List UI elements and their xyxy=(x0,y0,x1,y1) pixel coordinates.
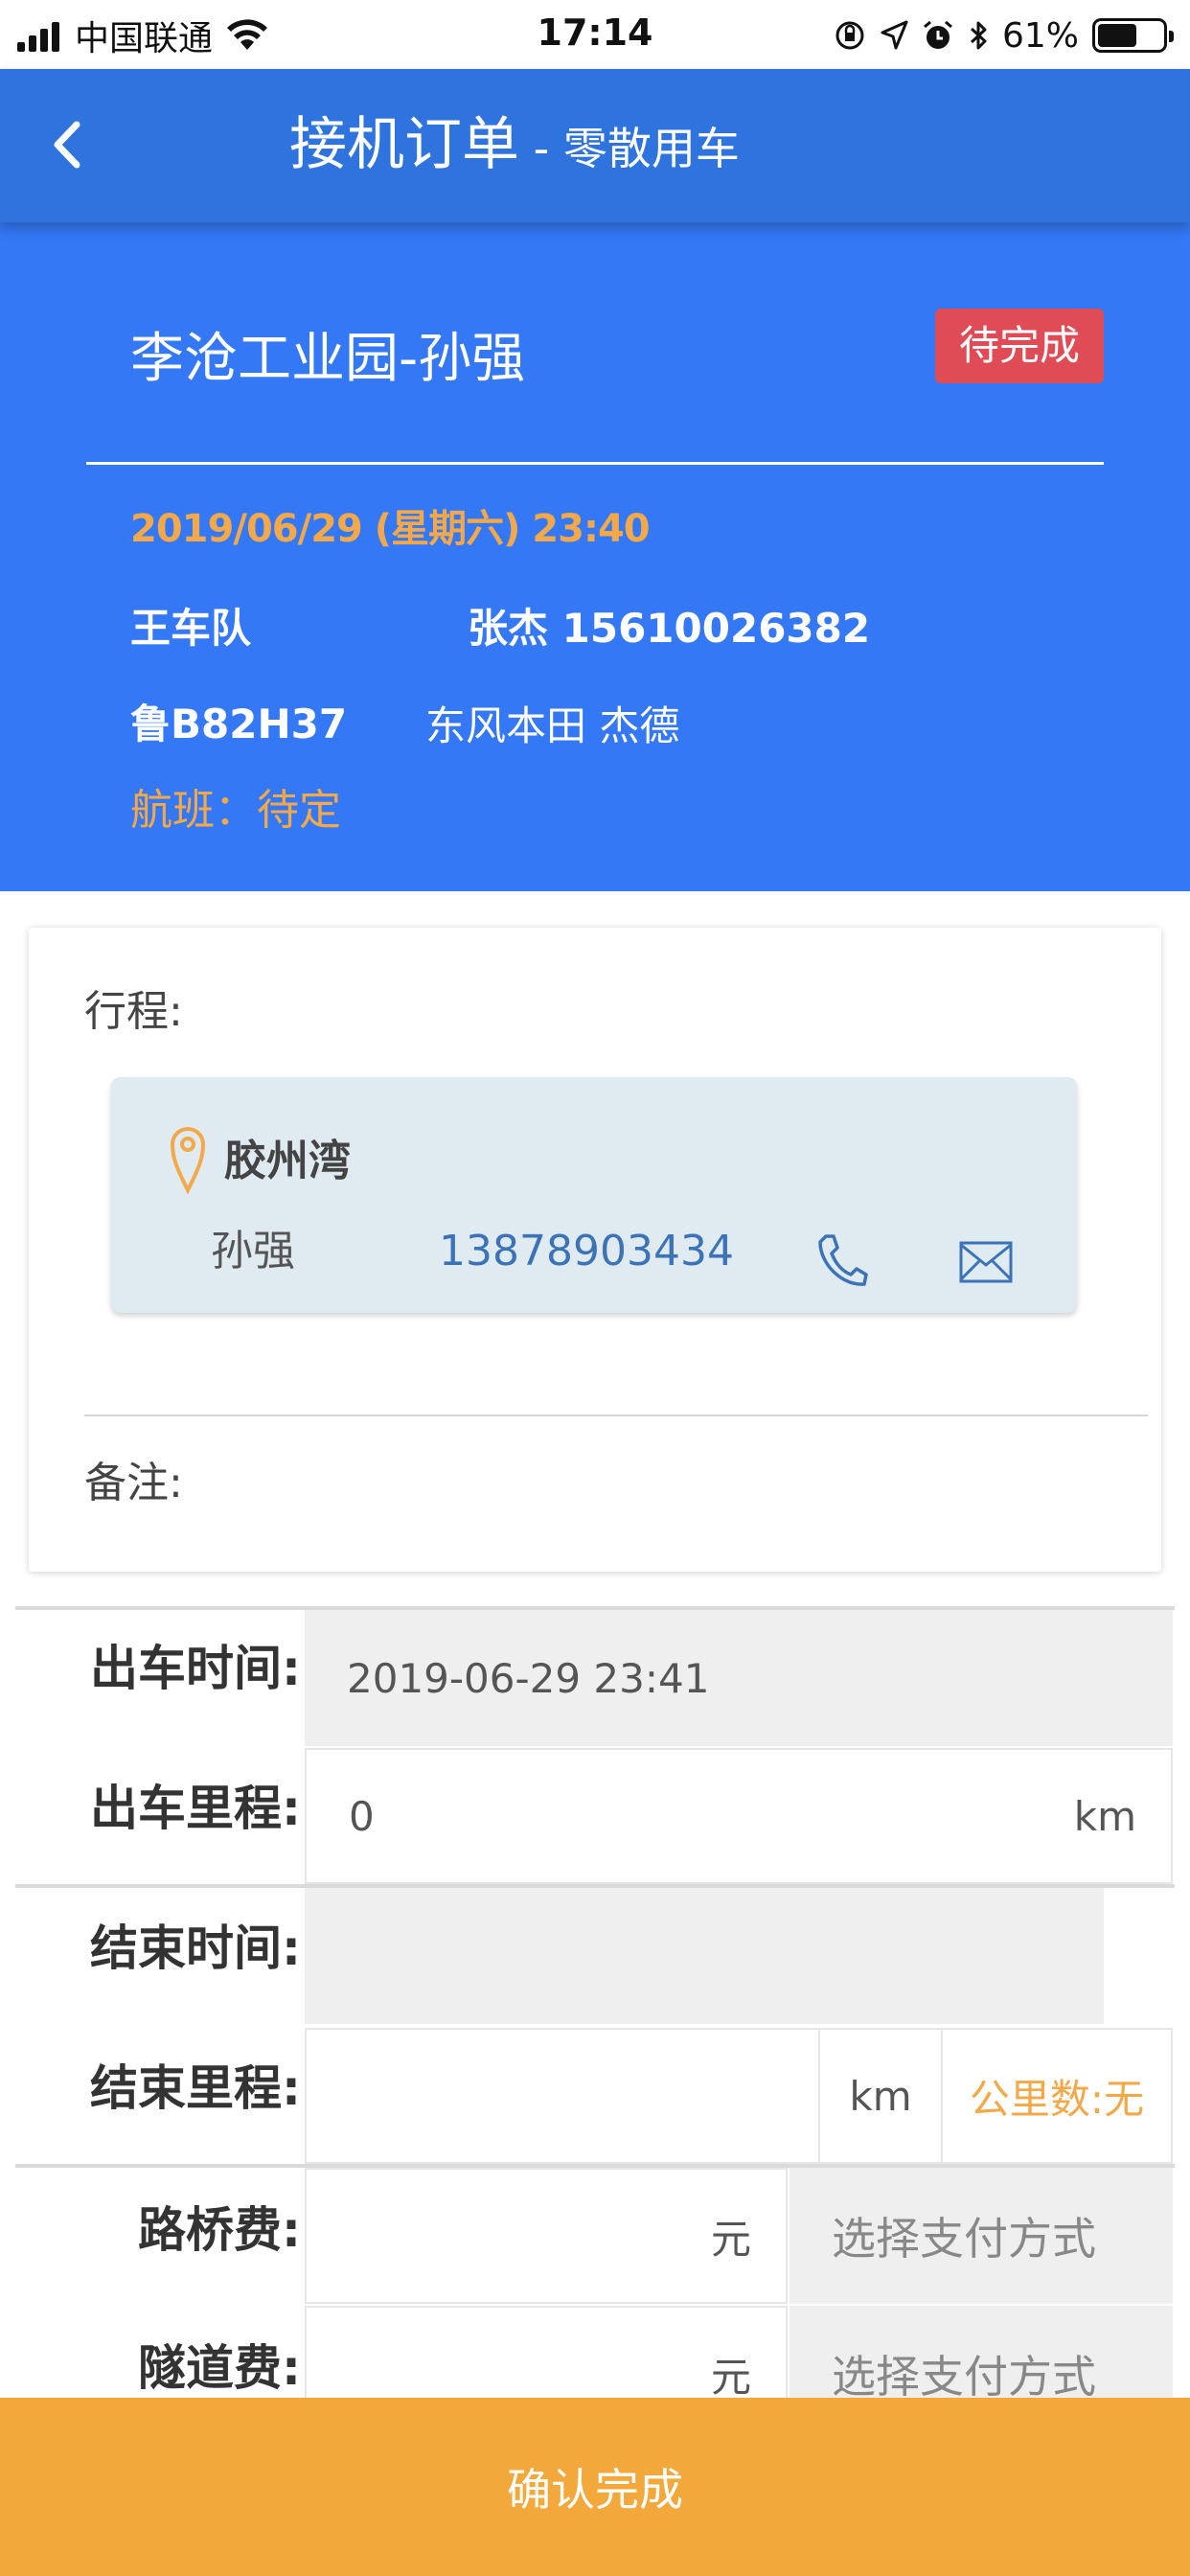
order-datetime: 2019/06/29 (星期六) 23:40 xyxy=(130,507,651,551)
status-badge: 待完成 xyxy=(935,309,1104,383)
page-title-main: 接机订单 xyxy=(289,111,519,178)
depart-mileage-label: 出车里程: xyxy=(90,1781,301,1836)
end-mileage-unit: km xyxy=(818,2028,943,2164)
trip-label: 行程: xyxy=(84,987,183,1036)
driver-info: 张杰 15610026382 xyxy=(468,605,871,652)
phone-icon[interactable] xyxy=(814,1232,868,1290)
trip-divider xyxy=(84,1414,1148,1416)
order-name: 李沧工业园-孙强 xyxy=(130,328,526,390)
message-icon[interactable] xyxy=(958,1240,1014,1284)
depart-mileage-input[interactable]: 0 km xyxy=(305,1748,1173,1884)
toll-fee-input[interactable]: 元 xyxy=(305,2168,788,2304)
note-label: 备注: xyxy=(84,1459,183,1507)
bluetooth-icon xyxy=(970,21,987,50)
tunnel-fee-label: 隧道费: xyxy=(138,2340,301,2396)
toll-fee-label: 路桥费: xyxy=(138,2202,301,2258)
order-header: 李沧工业园-孙强 待完成 2019/06/29 (星期六) 23:40 王车队 … xyxy=(0,222,1190,891)
team-name: 王车队 xyxy=(130,605,252,652)
alarm-icon xyxy=(924,20,952,49)
car-model: 东风本田 杰德 xyxy=(425,702,680,749)
nav-bar: 接机订单 - 零散用车 xyxy=(0,69,1190,222)
destination-box: 胶州湾 孙强 13878903434 xyxy=(111,1077,1077,1313)
toll-payment-select[interactable]: 选择支付方式 xyxy=(790,2168,1173,2304)
location-arrow-icon xyxy=(881,20,908,50)
passenger-phone[interactable]: 13878903434 xyxy=(439,1223,734,1280)
distance-indicator: 公里数:无 xyxy=(941,2028,1173,2164)
battery-level-fill xyxy=(1098,24,1137,47)
toll-fee-unit: 元 xyxy=(710,2215,751,2263)
flight-info: 航班：待定 xyxy=(130,786,341,835)
depart-time-field[interactable]: 2019-06-29 23:41 xyxy=(305,1610,1173,1746)
end-mileage-input[interactable] xyxy=(305,2028,820,2164)
end-time-label: 结束时间: xyxy=(90,1920,301,1976)
end-mileage-label: 结束里程: xyxy=(90,2060,301,2116)
plate-number: 鲁B82H37 xyxy=(130,701,348,748)
header-divider xyxy=(86,462,1104,465)
depart-time-value: 2019-06-29 23:41 xyxy=(347,1654,710,1702)
trip-card: 行程: 胶州湾 孙强 13878903434 备注: xyxy=(29,928,1161,1572)
confirm-complete-button[interactable]: 确认完成 xyxy=(0,2398,1190,2576)
battery-icon xyxy=(1092,18,1174,53)
end-time-field[interactable] xyxy=(305,1888,1104,2024)
location-pin-icon xyxy=(170,1127,206,1194)
depart-time-label: 出车时间: xyxy=(90,1641,301,1696)
back-icon[interactable] xyxy=(44,111,88,178)
page-title: 接机订单 - 零散用车 xyxy=(289,111,740,182)
passenger-name: 孙强 xyxy=(211,1227,295,1276)
depart-mileage-unit: km xyxy=(1073,1792,1136,1840)
depart-mileage-value: 0 xyxy=(349,1792,375,1840)
status-bar: 中国联通 17:14 61% xyxy=(0,0,1190,69)
destination-name: 胶州湾 xyxy=(224,1137,351,1185)
orientation-lock-icon xyxy=(835,21,864,50)
battery-percent: 61% xyxy=(1001,15,1079,56)
page-title-sub: - 零散用车 xyxy=(519,123,740,174)
